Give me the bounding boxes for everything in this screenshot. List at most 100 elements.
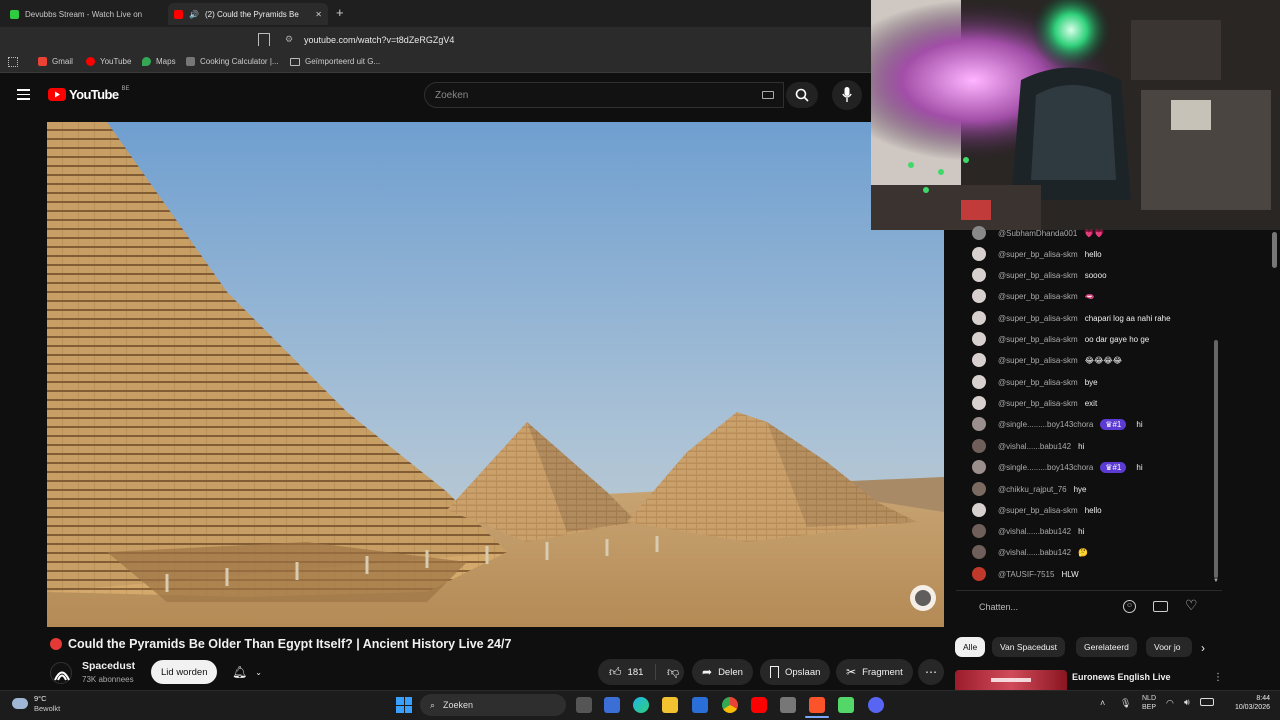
taskbar-search[interactable]: ⌕ Zoeken bbox=[420, 694, 566, 716]
chat-username[interactable]: @TAUSIF-7515 bbox=[998, 570, 1054, 579]
youtube-logo[interactable]: YouTube BE bbox=[48, 86, 130, 102]
bookmark-icon[interactable] bbox=[258, 33, 270, 46]
chat-scrollbar[interactable] bbox=[1214, 340, 1218, 578]
wifi-icon[interactable]: ◠ bbox=[1166, 698, 1174, 709]
brave-icon[interactable] bbox=[809, 697, 825, 713]
like-button[interactable]: 👍︎ 181 bbox=[598, 664, 656, 680]
dislike-button[interactable]: 👎︎ bbox=[662, 665, 679, 680]
bookmark-youtube[interactable]: YouTube bbox=[86, 57, 131, 66]
volume-icon[interactable]: 🔊︎ bbox=[1184, 697, 1190, 708]
outlook-icon[interactable] bbox=[692, 697, 708, 713]
tab-youtube-video[interactable]: 🔊 (2) Could the Pyramids Be ✕ bbox=[168, 3, 328, 25]
chat-username[interactable]: @super_bp_alisa-skm bbox=[998, 356, 1078, 365]
chip-all[interactable]: Alle bbox=[955, 637, 986, 657]
chat-text: hello bbox=[1084, 249, 1102, 259]
tray-chevron-up-icon[interactable]: ˄ bbox=[1100, 698, 1105, 708]
chat-message: @super_bp_alisa-skm 🫦 bbox=[972, 288, 1095, 304]
avatar bbox=[972, 567, 986, 581]
weather-desc[interactable]: Bewolkt bbox=[34, 704, 60, 713]
tab-devubbs[interactable]: Devubbs Stream - Watch Live on bbox=[4, 3, 164, 25]
bell-icon: 🔔︎ bbox=[232, 665, 248, 679]
speaker-icon[interactable]: 🔊 bbox=[189, 10, 199, 19]
tray-mic-icon[interactable]: 🎙︎ bbox=[1120, 698, 1131, 709]
bookmark-gmail[interactable]: Gmail bbox=[38, 57, 73, 66]
voice-search-button[interactable] bbox=[832, 80, 862, 110]
bookmark-cooking[interactable]: Cooking Calculator |... bbox=[186, 57, 279, 66]
keyboard-icon[interactable] bbox=[762, 91, 774, 99]
chat-username[interactable]: @super_bp_alisa-skm bbox=[998, 250, 1078, 259]
scroll-down-icon[interactable]: ▼ bbox=[1213, 578, 1219, 584]
bookmark-imported-folder[interactable]: Geïmporteerd uit G... bbox=[290, 57, 380, 66]
youtube-app-icon[interactable] bbox=[751, 697, 767, 713]
bookmark-label: Cooking Calculator |... bbox=[200, 57, 279, 66]
chat-username[interactable]: @super_bp_alisa-skm bbox=[998, 378, 1078, 387]
related-video-thumbnail[interactable] bbox=[955, 670, 1067, 690]
url-field[interactable]: youtube.com/watch?v=t8dZeRGZgV4 bbox=[304, 35, 454, 45]
windows-start-icon[interactable] bbox=[396, 697, 412, 713]
notification-button[interactable]: 🔔︎ ⌄ bbox=[226, 660, 272, 684]
chat-username[interactable]: @vishal......babu142 bbox=[998, 442, 1071, 451]
calculator-icon[interactable] bbox=[780, 697, 796, 713]
edge-icon[interactable] bbox=[633, 697, 649, 713]
battery-icon[interactable] bbox=[1200, 698, 1214, 706]
avatar bbox=[972, 332, 986, 346]
store-icon[interactable] bbox=[604, 697, 620, 713]
close-tab-icon[interactable]: ✕ bbox=[315, 10, 322, 19]
related-video-title[interactable]: Euronews English Live bbox=[1072, 672, 1171, 682]
page-scrollbar[interactable] bbox=[1272, 232, 1277, 268]
kick-app-icon[interactable] bbox=[838, 697, 854, 713]
subscriber-count: 73K abonnees bbox=[82, 675, 134, 684]
avatar bbox=[972, 289, 986, 303]
chat-username[interactable]: @vishal......babu142 bbox=[998, 527, 1071, 536]
chat-username[interactable]: @super_bp_alisa-skm bbox=[998, 399, 1078, 408]
menu-icon[interactable] bbox=[17, 89, 30, 100]
apps-grid-icon[interactable] bbox=[8, 57, 18, 67]
new-tab-button[interactable]: + bbox=[336, 5, 344, 20]
chip-related[interactable]: Gerelateerd bbox=[1076, 637, 1137, 657]
chat-username[interactable]: @vishal......babu142 bbox=[998, 548, 1071, 557]
avatar bbox=[972, 524, 986, 538]
chat-username[interactable]: @super_bp_alisa-skm bbox=[998, 335, 1078, 344]
video-title: Could the Pyramids Be Older Than Egypt I… bbox=[68, 637, 512, 651]
weather-temp[interactable]: 9°C bbox=[34, 694, 47, 703]
webcam-frame bbox=[871, 0, 1280, 230]
chat-username[interactable]: @super_bp_alisa-skm bbox=[998, 292, 1078, 301]
chevron-right-icon[interactable]: › bbox=[1201, 641, 1205, 655]
avatar bbox=[972, 439, 986, 453]
chat-username[interactable]: @single.........boy143chora bbox=[998, 420, 1093, 429]
chip-from-channel[interactable]: Van Spacedust bbox=[992, 637, 1066, 657]
chat-username[interactable]: @super_bp_alisa-skm bbox=[998, 314, 1078, 323]
super-chat-icon[interactable] bbox=[1153, 601, 1168, 612]
heart-icon[interactable]: ♡ bbox=[1185, 597, 1198, 614]
chat-message: @vishal......babu142 hi bbox=[972, 438, 1084, 454]
taskbar-clock[interactable]: 8:44 10/03/2026 bbox=[1222, 694, 1270, 712]
chrome-icon[interactable] bbox=[722, 697, 738, 713]
chat-username[interactable]: @single.........boy143chora bbox=[998, 463, 1093, 472]
channel-name[interactable]: Spacedust bbox=[82, 660, 135, 672]
save-button[interactable]: Opslaan bbox=[760, 659, 831, 685]
chat-username[interactable]: @super_bp_alisa-skm bbox=[998, 506, 1078, 515]
chat-username[interactable]: @SubhamDhanda001 bbox=[998, 229, 1077, 238]
chip-for-you[interactable]: Voor jo bbox=[1146, 637, 1192, 657]
bookmark-maps[interactable]: Maps bbox=[142, 57, 176, 66]
chat-username[interactable]: @chikku_rajput_76 bbox=[998, 485, 1067, 494]
chat-username[interactable]: @super_bp_alisa-skm bbox=[998, 271, 1078, 280]
related-more-icon[interactable]: ⋮ bbox=[1213, 672, 1223, 683]
search-input[interactable]: Zoeken bbox=[424, 82, 784, 108]
file-explorer-icon[interactable] bbox=[662, 697, 678, 713]
language-indicator[interactable]: NLD BEP bbox=[1142, 694, 1156, 712]
channel-avatar[interactable] bbox=[50, 662, 72, 684]
search-button[interactable] bbox=[786, 82, 818, 108]
bookmark-label: Maps bbox=[156, 57, 176, 66]
video-player[interactable] bbox=[47, 122, 944, 627]
chat-input[interactable]: Chatten... bbox=[979, 602, 1018, 612]
join-button[interactable]: Lid worden bbox=[151, 660, 218, 684]
discord-icon[interactable] bbox=[868, 697, 884, 713]
more-actions-button[interactable]: ⋯ bbox=[918, 659, 944, 685]
clip-button[interactable]: ✂ Fragment bbox=[836, 659, 913, 685]
task-view-icon[interactable] bbox=[576, 697, 592, 713]
emoji-icon[interactable]: ☺ bbox=[1123, 600, 1136, 613]
chat-text: oo dar gaye ho ge bbox=[1084, 334, 1150, 344]
share-button[interactable]: ➦ Delen bbox=[692, 659, 753, 685]
site-info-icon[interactable]: ⚙ bbox=[285, 34, 293, 45]
